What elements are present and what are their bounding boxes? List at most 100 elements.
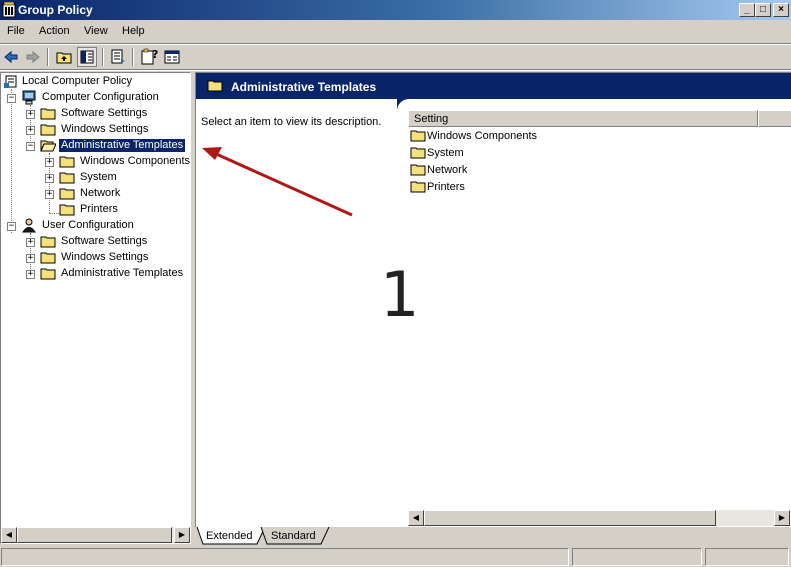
list-header: Setting bbox=[408, 110, 791, 127]
expand-toggle[interactable]: + bbox=[45, 190, 54, 199]
properties-button[interactable] bbox=[162, 47, 182, 67]
minimize-button[interactable]: _ bbox=[739, 3, 755, 17]
details-pane: Administrative Templates Select an item … bbox=[195, 72, 791, 527]
folder-icon bbox=[410, 147, 426, 159]
tree-node-label: Windows Settings bbox=[61, 123, 149, 135]
scroll-left-arrow-icon[interactable]: ◀ bbox=[408, 510, 424, 526]
list-horizontal-scrollbar[interactable]: ◀ ▶ bbox=[408, 510, 790, 526]
help-icon: ? bbox=[141, 48, 158, 65]
menu-view[interactable]: View bbox=[84, 25, 108, 37]
collapse-toggle[interactable]: − bbox=[26, 142, 35, 151]
tree-node-label: Windows Components bbox=[80, 155, 191, 167]
window-title: Group Policy bbox=[18, 3, 93, 17]
menu-action[interactable]: Action bbox=[39, 25, 70, 37]
status-panel-2 bbox=[572, 548, 702, 566]
folder-icon bbox=[410, 164, 426, 176]
export-list-icon bbox=[111, 49, 125, 64]
tree-node-label: System bbox=[80, 171, 117, 183]
column-header-setting[interactable]: Setting bbox=[408, 110, 758, 127]
tree-node-label: Printers bbox=[80, 203, 118, 215]
forward-arrow-icon bbox=[26, 50, 40, 64]
tree-connector bbox=[11, 89, 12, 233]
menu-help[interactable]: Help bbox=[122, 25, 145, 37]
folder-icon bbox=[207, 80, 223, 92]
tree-node-label: Windows Settings bbox=[61, 251, 149, 263]
scrollbar-thumb[interactable] bbox=[17, 527, 172, 543]
menu-bar: File Action View Help bbox=[0, 22, 791, 42]
forward-button[interactable] bbox=[23, 47, 43, 67]
toolbar-separator bbox=[102, 48, 104, 66]
toolbar-bottom-separator bbox=[0, 69, 791, 71]
expand-toggle[interactable]: + bbox=[26, 126, 35, 135]
expand-toggle[interactable]: + bbox=[45, 158, 54, 167]
folder-icon bbox=[410, 181, 426, 193]
scroll-left-arrow-icon[interactable]: ◀ bbox=[1, 527, 17, 543]
status-panel-3 bbox=[705, 548, 789, 566]
show-hide-tree-icon bbox=[80, 50, 94, 64]
maximize-button[interactable]: □ bbox=[755, 3, 771, 17]
status-panel-main bbox=[1, 548, 569, 566]
tree-node-label: Computer Configuration bbox=[42, 91, 159, 103]
toolbar: ? bbox=[0, 45, 791, 69]
tree-node-label: Software Settings bbox=[61, 107, 148, 119]
folder-icon bbox=[40, 236, 56, 248]
tab-standard[interactable]: Standard bbox=[257, 527, 316, 545]
properties-icon bbox=[164, 50, 180, 64]
expand-toggle[interactable]: + bbox=[26, 110, 35, 119]
svg-text:?: ? bbox=[152, 48, 158, 61]
user-icon bbox=[22, 218, 36, 233]
toolbar-separator bbox=[132, 48, 134, 66]
tree-node-label: Network bbox=[80, 187, 121, 199]
annotation-number: 1 bbox=[380, 258, 420, 331]
open-folder-icon bbox=[40, 140, 56, 152]
expand-toggle[interactable]: + bbox=[26, 270, 35, 279]
column-header-blank[interactable] bbox=[758, 110, 791, 127]
folder-icon bbox=[40, 124, 56, 136]
expand-toggle[interactable]: + bbox=[45, 174, 54, 183]
close-button[interactable]: × bbox=[773, 3, 789, 17]
group-policy-icon bbox=[2, 2, 16, 18]
up-one-level-button[interactable] bbox=[54, 47, 74, 67]
list-item-label: Windows Components bbox=[427, 130, 538, 142]
back-arrow-icon bbox=[4, 50, 18, 64]
up-folder-icon bbox=[56, 52, 72, 64]
show-hide-console-tree-button[interactable] bbox=[77, 47, 97, 67]
folder-icon bbox=[410, 130, 426, 142]
list-item-label: System bbox=[427, 147, 464, 159]
tab-extended[interactable]: Extended bbox=[192, 527, 252, 545]
view-tabs: Extended Standard bbox=[195, 527, 791, 545]
folder-icon bbox=[59, 156, 75, 168]
status-bar bbox=[0, 547, 791, 567]
policy-scroll-icon bbox=[4, 75, 17, 88]
folder-icon bbox=[40, 252, 56, 264]
description-prompt: Select an item to view its description. bbox=[201, 116, 382, 128]
tree-horizontal-scrollbar[interactable]: ◀ ▶ bbox=[1, 527, 190, 543]
expand-toggle[interactable]: + bbox=[26, 254, 35, 263]
tree-node-label: Software Settings bbox=[61, 235, 148, 247]
scrollbar-thumb[interactable] bbox=[424, 510, 716, 526]
scroll-right-arrow-icon[interactable]: ▶ bbox=[174, 527, 190, 543]
collapse-toggle[interactable]: − bbox=[7, 222, 16, 231]
console-tree[interactable]: Local Computer Policy − Computer Configu… bbox=[0, 72, 191, 544]
list-item-label: Printers bbox=[427, 181, 465, 193]
computer-icon bbox=[22, 90, 36, 105]
folder-icon bbox=[40, 108, 56, 120]
folder-icon bbox=[59, 188, 75, 200]
scroll-right-arrow-icon[interactable]: ▶ bbox=[774, 510, 790, 526]
collapse-toggle[interactable]: − bbox=[7, 94, 16, 103]
tree-node-label-selected: Administrative Templates bbox=[57, 138, 187, 153]
list-item-label: Network bbox=[427, 164, 468, 176]
tree-node-label: User Configuration bbox=[42, 219, 134, 231]
expand-toggle[interactable]: + bbox=[26, 238, 35, 247]
tree-node-label: Local Computer Policy bbox=[22, 75, 133, 87]
export-list-button[interactable] bbox=[108, 47, 128, 67]
details-banner: Administrative Templates bbox=[196, 73, 791, 99]
menu-file[interactable]: File bbox=[7, 25, 25, 37]
folder-icon bbox=[59, 204, 75, 216]
banner-title: Administrative Templates bbox=[231, 80, 377, 94]
folder-icon bbox=[40, 268, 56, 280]
help-button[interactable]: ? bbox=[139, 47, 159, 67]
tree-node-label: Administrative Templates bbox=[61, 267, 184, 279]
title-bar[interactable]: Group Policy _ □ × bbox=[0, 0, 791, 20]
back-button[interactable] bbox=[1, 47, 21, 67]
